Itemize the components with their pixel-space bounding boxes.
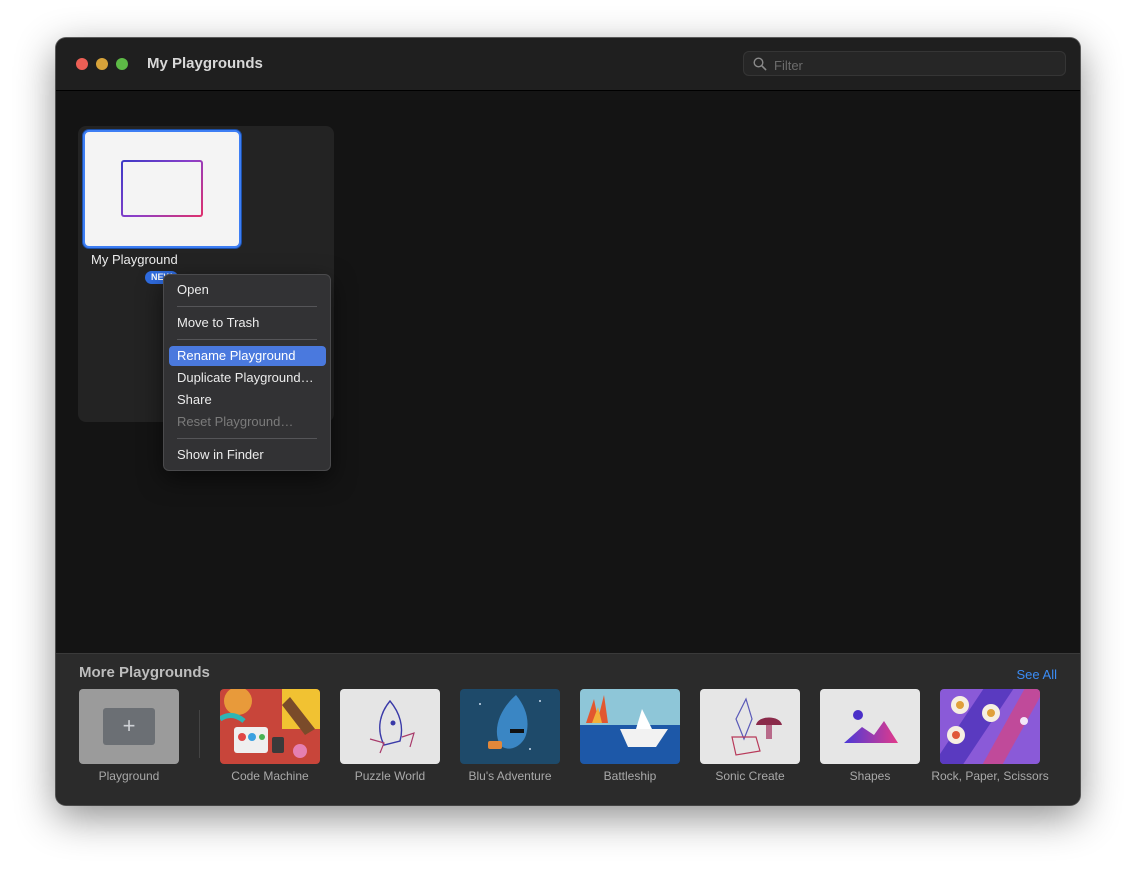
menu-item-show-in-finder[interactable]: Show in Finder	[169, 445, 326, 465]
menu-item-reset-playground: Reset Playground…	[177, 414, 294, 429]
close-button[interactable]	[76, 58, 88, 70]
plus-icon: +	[103, 708, 155, 745]
menu-item-duplicate-playground[interactable]: Duplicate Playground…	[169, 368, 326, 388]
filter-field[interactable]	[743, 51, 1066, 76]
tile-label-blus-adventure: Blu's Adventure	[468, 769, 552, 783]
menu-item-open[interactable]: Open	[169, 280, 326, 300]
context-menu: Open Move to Trash Rename Playground Dup…	[163, 274, 331, 471]
tile-label-code-machine: Code Machine	[231, 769, 309, 783]
menu-separator	[177, 339, 317, 340]
battleship-artwork	[580, 689, 680, 764]
shapes-tile[interactable]	[820, 689, 920, 764]
more-playgrounds-panel: More Playgrounds See All + Playground Co…	[56, 653, 1080, 805]
new-playground-tile[interactable]: +	[79, 689, 179, 764]
code-machine-tile[interactable]	[220, 689, 320, 764]
filter-input[interactable]	[772, 55, 1056, 75]
divider	[199, 710, 200, 758]
code-machine-artwork	[220, 689, 320, 764]
tile-label-battleship: Battleship	[603, 769, 657, 783]
see-all-link[interactable]: See All	[1017, 667, 1057, 682]
thumbnail-frame-graphic	[121, 160, 203, 217]
sonic-create-tile[interactable]	[700, 689, 800, 764]
tile-label-rock-paper-scissors: Rock, Paper, Scissors	[931, 769, 1049, 783]
tile-label-puzzle-world: Puzzle World	[354, 769, 426, 783]
more-playgrounds-title: More Playgrounds	[79, 664, 210, 681]
playgrounds-area: My Playground NEW Open Move to Trash Ren…	[56, 91, 1080, 653]
blus-adventure-tile[interactable]	[460, 689, 560, 764]
tile-label-playground: Playground	[98, 769, 160, 783]
search-icon	[753, 57, 767, 71]
tile-label-shapes: Shapes	[849, 769, 891, 783]
rock-paper-scissors-artwork	[940, 689, 1040, 764]
blus-adventure-artwork	[460, 689, 560, 764]
rock-paper-scissors-tile[interactable]	[940, 689, 1040, 764]
shapes-artwork	[820, 689, 920, 764]
zoom-button[interactable]	[116, 58, 128, 70]
battleship-tile[interactable]	[580, 689, 680, 764]
menu-separator	[177, 438, 317, 439]
menu-separator	[177, 306, 317, 307]
puzzle-world-artwork	[340, 689, 440, 764]
menu-item-share[interactable]: Share	[169, 390, 326, 410]
playground-name[interactable]: My Playground	[91, 252, 178, 267]
sonic-create-artwork	[700, 689, 800, 764]
playground-thumbnail[interactable]	[83, 130, 241, 248]
tile-label-sonic-create: Sonic Create	[715, 769, 785, 783]
title-bar: My Playgrounds	[56, 38, 1080, 91]
menu-item-move-to-trash[interactable]: Move to Trash	[169, 313, 326, 333]
window-title: My Playgrounds	[147, 55, 263, 72]
minimize-button[interactable]	[96, 58, 108, 70]
puzzle-world-tile[interactable]	[340, 689, 440, 764]
menu-item-rename-playground[interactable]: Rename Playground	[169, 346, 326, 366]
my-playgrounds-window: My Playgrounds My Playground NEW Open Mo…	[56, 38, 1080, 805]
